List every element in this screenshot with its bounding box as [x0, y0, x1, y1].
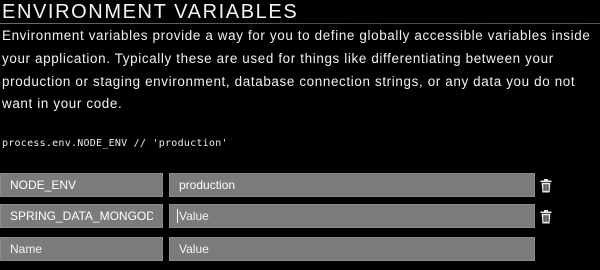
env-var-row — [0, 204, 600, 228]
text-cursor — [177, 209, 178, 223]
env-var-value-input[interactable] — [169, 173, 535, 197]
trash-icon[interactable] — [540, 179, 552, 193]
env-var-row — [0, 173, 600, 197]
trash-icon[interactable] — [540, 210, 552, 224]
new-var-value-input[interactable] — [169, 237, 535, 261]
section-title: ENVIRONMENT VARIABLES — [2, 1, 299, 23]
code-example: process.env.NODE_ENV // 'production' — [2, 138, 228, 149]
new-env-var-row — [0, 237, 600, 261]
env-var-key-input[interactable] — [0, 173, 163, 197]
env-var-value-input[interactable] — [169, 204, 535, 228]
title-divider — [0, 23, 600, 24]
section-description: Environment variables provide a way for … — [2, 28, 591, 112]
env-var-key-input[interactable] — [0, 204, 163, 228]
new-var-name-input[interactable] — [0, 237, 163, 261]
